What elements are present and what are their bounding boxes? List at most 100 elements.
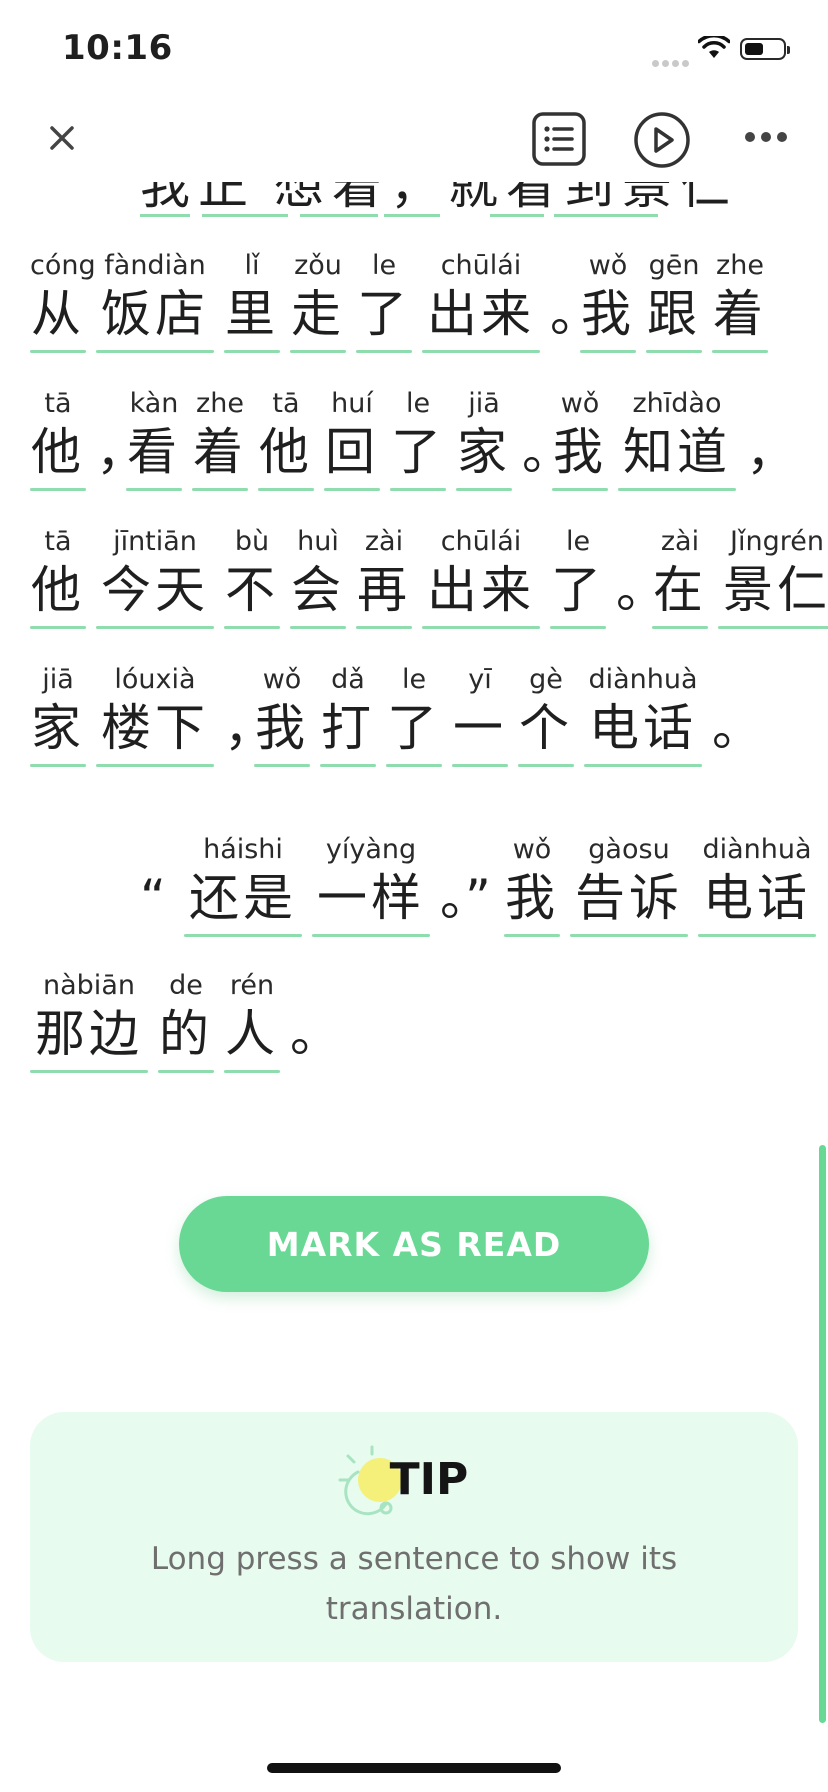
word-token[interactable]: zǒu 走 bbox=[290, 250, 346, 354]
hanzi-text: 人 bbox=[225, 1005, 279, 1063]
word-token[interactable]: zài 在 bbox=[652, 526, 708, 630]
word-underline bbox=[224, 1070, 280, 1073]
word-token[interactable]: bù 不 bbox=[224, 526, 280, 630]
status-time: 10:16 bbox=[62, 28, 173, 68]
hanzi-text: 一 bbox=[453, 699, 507, 757]
hanzi-text: 家 bbox=[31, 699, 85, 757]
contents-list-button[interactable] bbox=[530, 110, 588, 168]
word-token[interactable]: zhe 着 bbox=[712, 250, 768, 354]
word-underline bbox=[126, 488, 182, 491]
word-token[interactable]: wǒ 我 bbox=[552, 388, 608, 492]
pinyin-label: chūlái bbox=[440, 250, 522, 281]
reader-toolbar bbox=[0, 100, 828, 182]
punctuation: 。 bbox=[290, 1005, 340, 1063]
word-token[interactable]: chūlái 出来 bbox=[422, 526, 540, 630]
hanzi-text: 着 bbox=[193, 423, 247, 481]
word-token[interactable]: nàbiān 那边 bbox=[30, 970, 148, 1074]
reading-line[interactable]: jiā 家 lóuxià 楼下， wǒ 我 dǎ 打 le 了 yī 一 gè 个 diànhuà 电话。 bbox=[0, 664, 828, 774]
word-underline bbox=[712, 350, 768, 353]
word-token[interactable]: le 了 bbox=[386, 664, 442, 768]
word-token[interactable]: wǒ 我 bbox=[504, 834, 560, 938]
more-options-button[interactable] bbox=[742, 122, 790, 152]
word-token[interactable]: le 了 bbox=[390, 388, 446, 492]
word-underline bbox=[570, 934, 688, 937]
word-token[interactable]: le 了 bbox=[356, 250, 412, 354]
word-token[interactable]: huí 回 bbox=[324, 388, 380, 492]
word-token[interactable]: jiā 家 bbox=[456, 388, 512, 492]
word-token[interactable]: lóuxià 楼下 bbox=[96, 664, 214, 768]
word-token[interactable]: wǒ 我 bbox=[580, 250, 636, 354]
word-token[interactable]: de 的 bbox=[158, 970, 214, 1074]
word-token[interactable]: fàndiàn 饭店 bbox=[96, 250, 214, 354]
pinyin-label: zài bbox=[660, 526, 700, 557]
hanzi-text: 里 bbox=[225, 285, 279, 343]
word-token[interactable]: diànhuà 电话 bbox=[698, 834, 816, 938]
word-underline bbox=[552, 488, 608, 491]
pinyin-label: nàbiān bbox=[43, 970, 135, 1001]
word-token[interactable]: wǒ 我 bbox=[254, 664, 310, 768]
list-icon bbox=[532, 112, 586, 166]
word-token[interactable]: gè 个 bbox=[518, 664, 574, 768]
pinyin-label: huì bbox=[297, 526, 339, 557]
word-token[interactable]: zhe 着 bbox=[192, 388, 248, 492]
status-bar: 10:16 bbox=[0, 0, 828, 100]
word-token[interactable]: cóng 从 bbox=[30, 250, 96, 354]
word-token[interactable]: zài 再 bbox=[356, 526, 412, 630]
word-underline bbox=[324, 488, 380, 491]
hanzi-text: 我 bbox=[581, 285, 635, 343]
mark-as-read-button[interactable]: MARK AS READ bbox=[179, 1196, 649, 1292]
pinyin-label: zhīdào bbox=[632, 388, 722, 419]
reading-line[interactable]: tā 他， kàn 看 zhe 着 tā 他 huí 回 le 了 jiā 家。 wǒ 我 zhīdào 知道， bbox=[0, 388, 828, 498]
pinyin-label: wǒ bbox=[512, 834, 552, 865]
word-token[interactable]: yíyàng 一样 bbox=[312, 834, 430, 938]
word-token[interactable]: le 了 bbox=[550, 526, 606, 630]
word-token[interactable]: gēn 跟 bbox=[646, 250, 702, 354]
punctuation: 。 bbox=[712, 699, 762, 757]
pinyin-label: jiā bbox=[468, 388, 500, 419]
word-token[interactable]: yī 一 bbox=[452, 664, 508, 768]
word-token[interactable]: tā 他 bbox=[30, 526, 86, 630]
hanzi-text: 他 bbox=[31, 423, 85, 481]
pinyin-label: le bbox=[405, 388, 431, 419]
word-underline bbox=[518, 764, 574, 767]
hanzi-text: 电话 bbox=[589, 699, 697, 757]
word-underline bbox=[30, 488, 86, 491]
word-token[interactable]: chūlái 出来 bbox=[422, 250, 540, 354]
pinyin-label: diànhuà bbox=[702, 834, 812, 865]
word-token[interactable]: jīntiān 今天 bbox=[96, 526, 214, 630]
word-token[interactable]: gàosu 告诉 bbox=[570, 834, 688, 938]
pinyin-label: yíyàng bbox=[325, 834, 417, 865]
word-token[interactable]: rén 人 bbox=[224, 970, 280, 1074]
pinyin-label: le bbox=[371, 250, 397, 281]
word-token[interactable]: tā 他 bbox=[258, 388, 314, 492]
hanzi-text: 了 bbox=[387, 699, 441, 757]
word-token[interactable]: diànhuà 电话 bbox=[584, 664, 702, 768]
close-button[interactable] bbox=[40, 116, 84, 160]
tip-card: TIP Long press a sentence to show its tr… bbox=[30, 1412, 798, 1662]
word-token[interactable]: Jǐngrén 景仁 bbox=[718, 526, 828, 630]
word-token[interactable]: kàn 看 bbox=[126, 388, 182, 492]
word-underline bbox=[258, 488, 314, 491]
word-token[interactable]: huì 会 bbox=[290, 526, 346, 630]
word-token[interactable]: lǐ 里 bbox=[224, 250, 280, 354]
word-token[interactable]: tā 他 bbox=[30, 388, 86, 492]
word-token[interactable]: dǎ 打 bbox=[320, 664, 376, 768]
word-underline bbox=[356, 350, 412, 353]
word-underline bbox=[290, 350, 346, 353]
reading-line[interactable]: nàbiān 那边 de 的 rén 人。 bbox=[0, 970, 828, 1080]
reading-line[interactable]: “ háishi 还是 yíyàng 一样。” wǒ 我 gàosu 告诉 diànhuà 电话 bbox=[0, 834, 828, 944]
hanzi-text: 我 bbox=[553, 423, 607, 481]
word-token[interactable]: zhīdào 知道 bbox=[618, 388, 736, 492]
pinyin-label: tā bbox=[44, 526, 72, 557]
word-underline bbox=[618, 488, 736, 491]
play-audio-button[interactable] bbox=[632, 110, 692, 170]
pinyin-label: jīntiān bbox=[113, 526, 197, 557]
scrollbar[interactable] bbox=[819, 1145, 826, 1723]
wifi-icon bbox=[697, 33, 731, 64]
hanzi-text: 的 bbox=[159, 1005, 213, 1063]
word-underline bbox=[652, 626, 708, 629]
word-token[interactable]: jiā 家 bbox=[30, 664, 86, 768]
reading-line[interactable]: cóng 从 fàndiàn 饭店 lǐ 里 zǒu 走 le 了 chūlái 出来。 wǒ 我 gēn 跟… bbox=[0, 250, 828, 360]
reading-line[interactable]: tā 他 jīntiān 今天 bù 不 huì 会 zài 再 chūlái 出来 le 了。 zài 在 J… bbox=[0, 526, 828, 636]
word-token[interactable]: háishi 还是 bbox=[184, 834, 302, 938]
